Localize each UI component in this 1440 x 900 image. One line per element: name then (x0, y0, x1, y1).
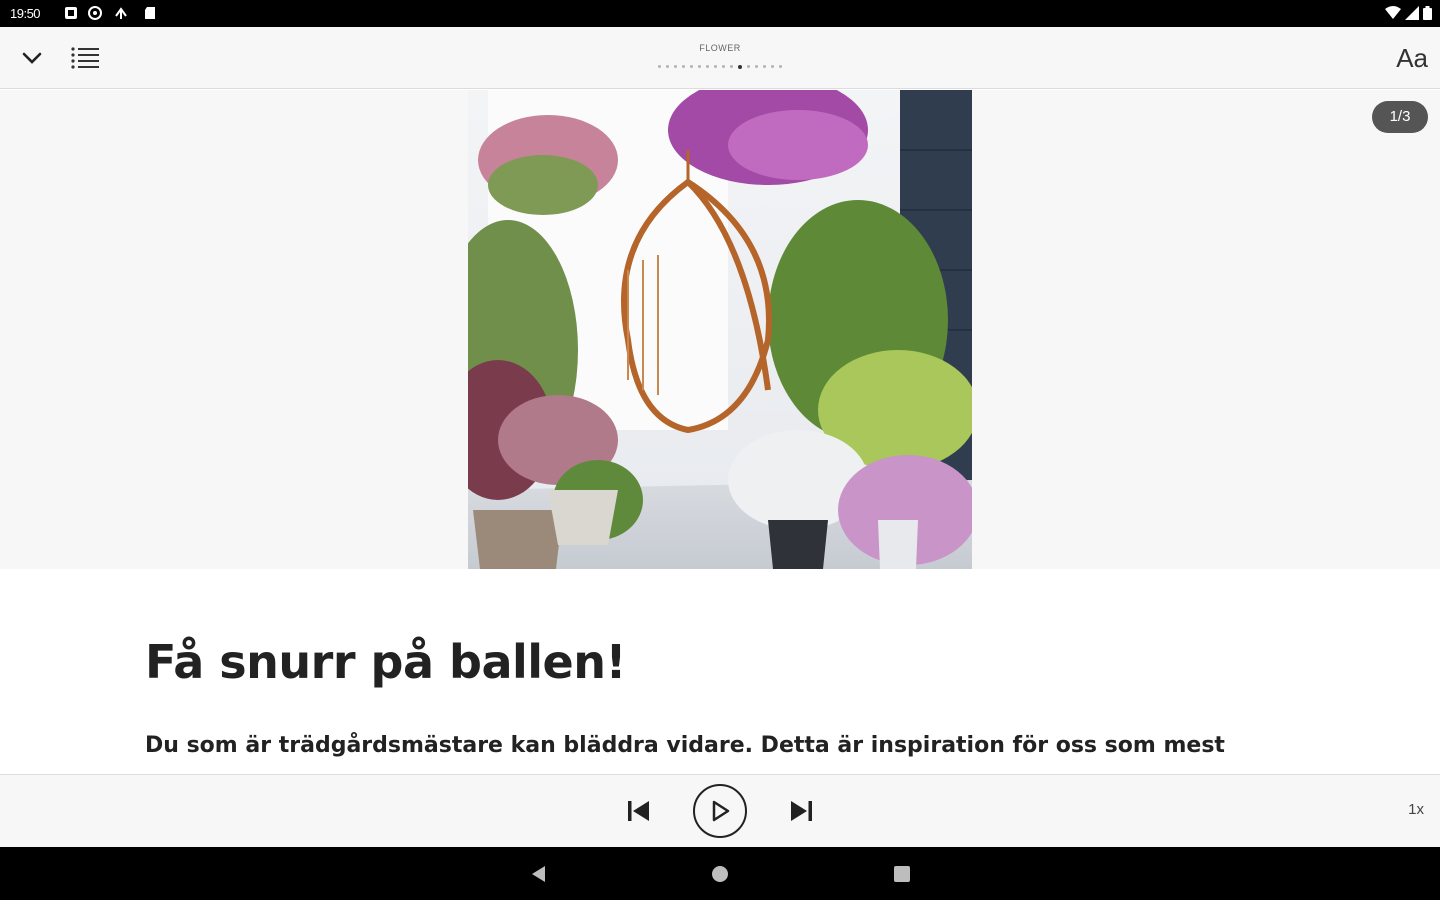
back-triangle-icon (532, 866, 545, 882)
play-icon (712, 800, 730, 822)
sync-icon (88, 6, 102, 20)
page-dot (714, 65, 717, 68)
home-circle-icon (712, 866, 728, 882)
page-indicator (0, 64, 1440, 69)
skip-next-icon (791, 801, 812, 821)
font-size-button[interactable]: Aa (1396, 41, 1428, 75)
page-dot (674, 65, 677, 68)
page-dot (682, 65, 685, 68)
article-lead: Du som är trädgårdsmästare kan bläddra v… (145, 733, 1225, 758)
hero-image-area: 1/3 (0, 90, 1440, 569)
recents-square-icon (894, 866, 910, 882)
page-dot (755, 65, 758, 68)
page-dot (706, 65, 709, 68)
status-time: 19:50 (10, 6, 41, 21)
article-content: Få snurr på ballen! Du som är trädgårdsm… (0, 569, 1440, 774)
play-button[interactable] (693, 784, 747, 838)
page-dot (763, 65, 766, 68)
garden-photo (468, 90, 972, 569)
page-dot (690, 65, 693, 68)
page-dot (666, 65, 669, 68)
page-dot (747, 65, 750, 68)
page-dot (722, 65, 725, 68)
sd-card-icon (145, 7, 155, 19)
playback-speed-button[interactable]: 1x (1408, 801, 1424, 818)
audio-player: 1x (0, 774, 1440, 847)
page-dot (738, 64, 742, 69)
page-dot (730, 65, 733, 68)
page-dot (779, 65, 782, 68)
home-button[interactable] (709, 863, 731, 885)
recents-button[interactable] (891, 863, 913, 885)
previous-button[interactable] (623, 795, 655, 827)
status-bar: 19:50 (0, 0, 1440, 27)
chevron-down-icon (22, 52, 42, 64)
usb-icon (115, 7, 127, 19)
skip-previous-icon (628, 801, 649, 821)
wifi-icon (1385, 6, 1401, 19)
back-button[interactable] (527, 863, 549, 885)
page-dot (698, 65, 701, 68)
section-title: FLOWER (699, 43, 741, 53)
page-dot (658, 65, 661, 68)
notification-icon (65, 7, 77, 19)
reader-toolbar: FLOWER Aa (0, 27, 1440, 89)
system-navigation-bar (0, 847, 1440, 900)
page-dot (771, 65, 774, 68)
next-button[interactable] (785, 795, 817, 827)
article-photo[interactable] (468, 90, 972, 569)
image-counter: 1/3 (1372, 101, 1428, 133)
signal-icon (1405, 6, 1419, 20)
battery-icon (1423, 6, 1432, 20)
article-title: Få snurr på ballen! (145, 635, 626, 689)
